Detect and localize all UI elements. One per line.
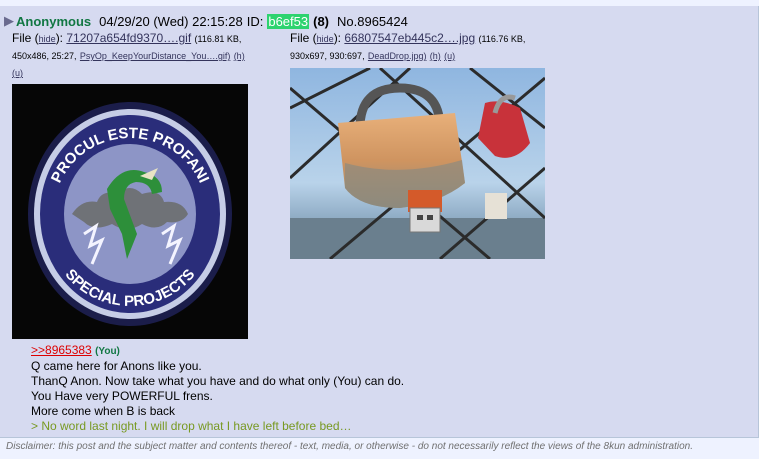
file-label-end: ): bbox=[333, 31, 342, 45]
post-number-link[interactable]: No.8965424 bbox=[337, 14, 408, 29]
hide-file-link[interactable]: hide bbox=[39, 34, 56, 44]
file-label: File ( bbox=[290, 31, 317, 45]
reply-line: >>8965383 (You) bbox=[31, 343, 404, 359]
poster-name: Anonymous bbox=[16, 13, 92, 29]
body-line-4: More come when B is back bbox=[31, 404, 176, 418]
file-dimensions: 930x697, 930:697, bbox=[290, 51, 365, 61]
file-thumbnail-deaddrop[interactable] bbox=[290, 68, 545, 259]
file-label: File ( bbox=[12, 31, 39, 45]
file-name-link[interactable]: 66807547eb445c2….jpg bbox=[344, 31, 475, 45]
file-label-end: ): bbox=[55, 31, 64, 45]
id-label: ID: bbox=[246, 13, 264, 29]
poster-id[interactable]: b6ef53 bbox=[267, 13, 310, 29]
original-filename-link[interactable]: PsyOp_KeepYourDistance_You….gif) bbox=[80, 51, 230, 61]
file-size: (116.76 KB, bbox=[478, 34, 526, 44]
file-info-1: File (hide): 71207a654fd9370….gif (116.8… bbox=[12, 30, 284, 81]
padlock-usb-image bbox=[290, 68, 545, 259]
disclaimer-text: Disclaimer: this post and the subject ma… bbox=[6, 441, 693, 452]
file-u-link[interactable]: (u) bbox=[12, 68, 23, 78]
body-line-3: You Have very POWERFUL frens. bbox=[31, 389, 213, 403]
you-marker: (You) bbox=[95, 346, 120, 357]
file-h-link[interactable]: (h) bbox=[234, 51, 245, 61]
body-line-1: Q came here for Anons like you. bbox=[31, 359, 202, 373]
file-info-2: File (hide): 66807547eb445c2….jpg (116.7… bbox=[290, 30, 558, 64]
file-name-link[interactable]: 71207a654fd9370….gif bbox=[66, 31, 191, 45]
special-projects-patch-image: PROCUL ESTE PROFANI SPECIAL PROJECTS bbox=[28, 102, 232, 326]
original-filename-link[interactable]: DeadDrop.jpg) bbox=[368, 51, 427, 61]
post-body: >>8965383 (You) Q came here for Anons li… bbox=[31, 343, 404, 434]
greentext-line: > No word last night. I will drop what I… bbox=[31, 419, 352, 433]
file-u-link[interactable]: (u) bbox=[444, 51, 455, 61]
file-h-link[interactable]: (h) bbox=[430, 51, 441, 61]
hide-file-link[interactable]: hide bbox=[317, 34, 334, 44]
body-line-2: ThanQ Anon. Now take what you have and d… bbox=[31, 374, 405, 388]
post-intro: ▶ Anonymous 04/29/20 (Wed) 22:15:28 ID: … bbox=[4, 12, 408, 30]
post-menu-arrow-icon[interactable]: ▶ bbox=[4, 13, 14, 29]
post-container: ▶ Anonymous 04/29/20 (Wed) 22:15:28 ID: … bbox=[0, 6, 759, 438]
post-date: 04/29/20 (Wed) 22:15:28 bbox=[99, 13, 243, 29]
quote-link[interactable]: >>8965383 bbox=[31, 343, 92, 357]
file-size: (116.81 KB, bbox=[194, 34, 242, 44]
file-dimensions: 450x486, 25:27, bbox=[12, 51, 77, 61]
file-thumbnail-patch[interactable]: PROCUL ESTE PROFANI SPECIAL PROJECTS bbox=[12, 84, 248, 339]
poster-post-count: (8) bbox=[313, 13, 329, 29]
